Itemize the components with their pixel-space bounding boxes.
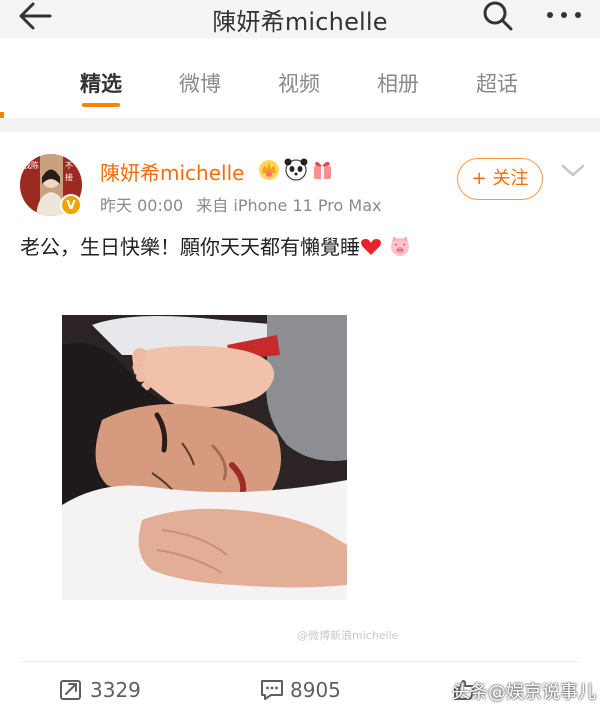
svg-text:我陈: 我陈 <box>23 160 39 170</box>
verified-badge-icon: V <box>60 194 82 216</box>
post-photo[interactable] <box>62 315 347 600</box>
post-username[interactable]: 陳妍希michelle <box>100 157 244 186</box>
search-icon <box>483 1 513 31</box>
source-watermark: 头条@娱京说事儿 <box>452 682 596 703</box>
post-source[interactable]: 来自 iPhone 11 Pro Max <box>196 196 381 215</box>
tab-album[interactable]: 相册 <box>353 68 443 98</box>
crown-badge-icon <box>259 160 279 180</box>
weibo-post-page: 陳妍希michelle 精选 微博 视频 相册 超话 我陈 不 接 V 陳妍希m… <box>0 0 600 712</box>
user-badges <box>258 157 338 183</box>
post-body: 老公，生日快樂！願你天天都有懶覺睡 <box>20 235 360 259</box>
post-meta: 昨天 00:00 来自 iPhone 11 Pro Max <box>100 192 389 216</box>
repost-button[interactable]: 3329 <box>59 675 169 705</box>
photo-watermark: @微博新浪michelle <box>297 629 399 642</box>
post-menu-button[interactable] <box>558 158 588 182</box>
more-button[interactable] <box>542 0 586 34</box>
pig-emoji-icon <box>391 236 410 256</box>
sleeping-photo-image <box>62 315 347 600</box>
action-divider <box>20 661 580 662</box>
comment-button[interactable]: 8905 <box>259 675 369 705</box>
svg-text:接: 接 <box>65 172 73 182</box>
section-divider <box>0 118 600 132</box>
tab-featured[interactable]: 精选 <box>56 68 146 98</box>
gift-badge-icon <box>314 161 331 179</box>
panda-badge-icon <box>284 158 308 181</box>
comment-icon <box>261 680 283 700</box>
search-button[interactable] <box>480 0 516 34</box>
post-time: 昨天 00:00 <box>100 196 184 215</box>
active-tab-indicator <box>82 103 120 107</box>
repost-count: 3329 <box>90 678 141 702</box>
heart-icon <box>361 238 381 255</box>
follow-button[interactable]: + 关注 <box>457 158 543 200</box>
tab-video[interactable]: 视频 <box>254 68 344 98</box>
svg-text:不: 不 <box>65 161 73 170</box>
post-text: 老公，生日快樂！願你天天都有懶覺睡 <box>20 231 412 262</box>
top-bar: 陳妍希michelle <box>0 0 600 38</box>
repost-icon <box>60 680 81 700</box>
profile-tabs: 精选 微博 视频 相册 超话 <box>0 50 600 116</box>
chevron-down-icon <box>561 164 585 177</box>
more-dots-icon <box>547 12 581 18</box>
comment-count: 8905 <box>290 678 341 702</box>
tab-weibo[interactable]: 微博 <box>155 68 245 98</box>
tab-super-topic[interactable]: 超话 <box>452 68 542 98</box>
